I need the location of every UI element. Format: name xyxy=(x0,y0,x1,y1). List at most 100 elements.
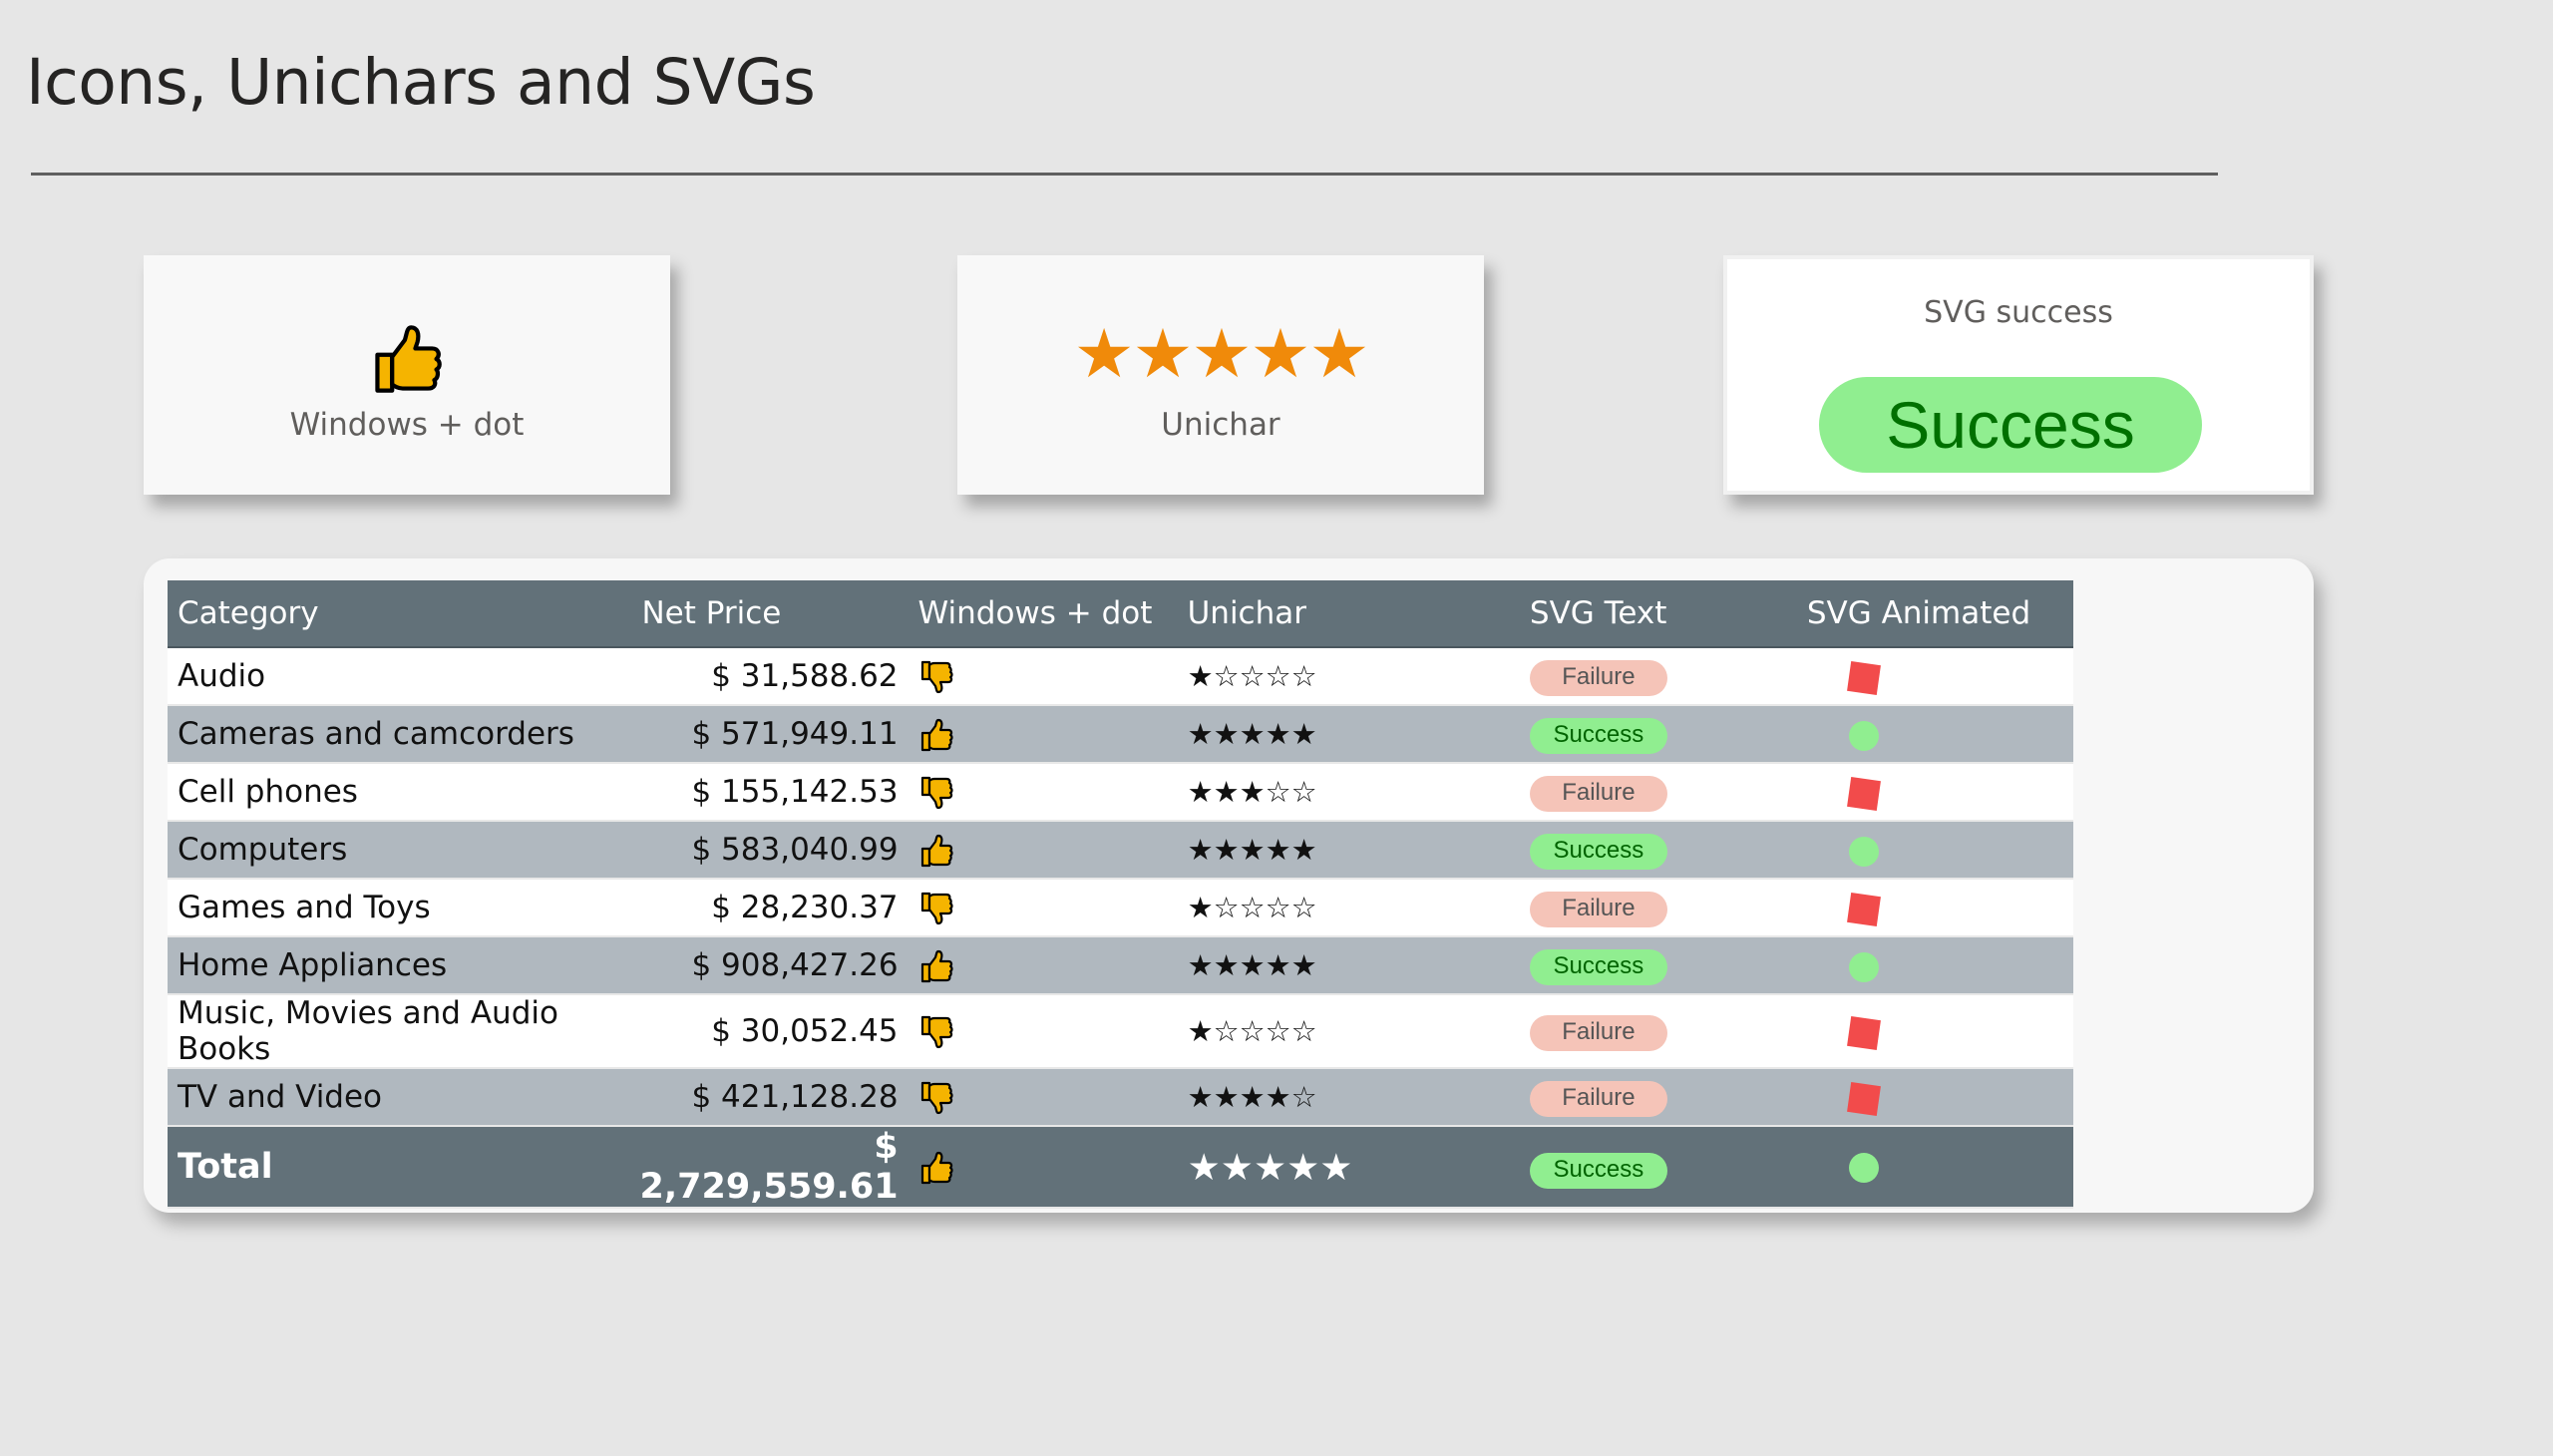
svg-animated-cell xyxy=(1796,705,2073,764)
status-badge: Failure xyxy=(1529,776,1667,812)
category-cell: Cell phones xyxy=(168,763,630,822)
net-price-cell: $ 583,040.99 xyxy=(629,821,909,880)
status-badge: Success xyxy=(1529,1152,1667,1189)
category-cell: Audio xyxy=(168,647,630,706)
svg-text-cell: Failure xyxy=(1519,879,1797,937)
windows-dot-cell xyxy=(908,879,1178,937)
category-cell: Home Appliances xyxy=(168,936,630,995)
star-rating: ★☆☆☆☆ xyxy=(1187,659,1317,693)
svg-text-cell: Success xyxy=(1519,705,1797,764)
status-badge: Success xyxy=(1529,949,1667,985)
status-badge: Success xyxy=(1529,834,1667,870)
star-rating: ★★★☆☆ xyxy=(1187,775,1317,809)
svg-text-cell: Success xyxy=(1519,821,1797,880)
net-price-cell: $ 2,729,559.61 xyxy=(629,1126,909,1209)
svg-animated-cell xyxy=(1796,763,2073,822)
status-badge: Failure xyxy=(1529,1081,1667,1117)
category-cell: TV and Video xyxy=(168,1068,630,1127)
unichar-cell: ★★★☆☆ xyxy=(1177,763,1520,822)
column-header-svg-animated[interactable]: SVG Animated xyxy=(1796,580,2073,648)
net-price-cell: $ 571,949.11 xyxy=(629,705,909,764)
status-badge: Failure xyxy=(1529,660,1667,696)
category-cell: Games and Toys xyxy=(168,879,630,937)
success-badge: Success xyxy=(1819,377,2202,473)
category-cell: Music, Movies and Audio Books xyxy=(168,994,630,1069)
unichar-cell: ★☆☆☆☆ xyxy=(1177,647,1520,706)
thumbs-down-icon xyxy=(920,892,953,924)
category-cell: Total xyxy=(168,1126,630,1209)
svg-animated-cell xyxy=(1796,1126,2073,1209)
table-row[interactable]: Games and Toys $ 28,230.37 ★☆☆☆☆ Failure xyxy=(168,879,2073,937)
net-price-cell: $ 908,427.26 xyxy=(629,936,909,995)
unichar-cell: ★★★★★ xyxy=(1177,936,1520,995)
table-panel: Category Net Price Windows + dot Unichar… xyxy=(144,558,2314,1213)
svg-text-cell: Success xyxy=(1519,936,1797,995)
card-label: SVG success xyxy=(1924,295,2113,330)
thumbs-up-icon xyxy=(920,949,953,982)
svg-animated-cell xyxy=(1796,994,2073,1069)
svg-animated-cell xyxy=(1796,936,2073,995)
thumbs-up-icon xyxy=(375,325,442,393)
animated-dot-icon xyxy=(1848,951,1879,982)
svg-text-cell: Success xyxy=(1519,1126,1797,1209)
unichar-cell: ★★★★★ xyxy=(1177,1126,1520,1209)
windows-dot-cell xyxy=(908,763,1178,822)
star-rating: ★★★★★ xyxy=(1187,1145,1353,1189)
windows-dot-cell xyxy=(908,1068,1178,1127)
star-rating: ★★★★☆ xyxy=(1187,1080,1317,1114)
animated-square-icon xyxy=(1846,660,1881,695)
svg-text-cell: Failure xyxy=(1519,763,1797,822)
windows-dot-cell xyxy=(908,936,1178,995)
unichar-cell: ★☆☆☆☆ xyxy=(1177,879,1520,937)
status-badge: Failure xyxy=(1529,892,1667,927)
windows-dot-cell xyxy=(908,647,1178,706)
thumbs-down-icon xyxy=(920,776,953,809)
column-header-net-price[interactable]: Net Price xyxy=(629,580,909,648)
table-row[interactable]: Music, Movies and Audio Books $ 30,052.45… xyxy=(168,994,2073,1069)
table-row[interactable]: Cell phones $ 155,142.53 ★★★☆☆ Failure xyxy=(168,763,2073,822)
status-badge: Failure xyxy=(1529,1015,1667,1051)
table-row[interactable]: Computers $ 583,040.99 ★★★★★ Success xyxy=(168,821,2073,880)
windows-dot-cell xyxy=(908,821,1178,880)
column-header-windows-dot[interactable]: Windows + dot xyxy=(908,580,1178,648)
star-rating: ★★★★★ xyxy=(1187,833,1317,867)
title-divider xyxy=(31,173,2218,176)
card-windows-dot[interactable]: Windows + dot xyxy=(144,255,670,495)
animated-dot-icon xyxy=(1848,836,1879,867)
svg-animated-cell xyxy=(1796,647,2073,706)
table-row[interactable]: TV and Video $ 421,128.28 ★★★★☆ Failure xyxy=(168,1068,2073,1127)
table-row[interactable]: Cameras and camcorders $ 571,949.11 ★★★★★ S… xyxy=(168,705,2073,764)
table-header-row: Category Net Price Windows + dot Unichar… xyxy=(168,580,2073,648)
windows-dot-cell xyxy=(908,705,1178,764)
total-row[interactable]: Total $ 2,729,559.61 ★★★★★ Success xyxy=(168,1126,2073,1209)
net-price-cell: $ 155,142.53 xyxy=(629,763,909,822)
svg-animated-cell xyxy=(1796,879,2073,937)
column-header-svg-text[interactable]: SVG Text xyxy=(1519,580,1797,648)
svg-text-cell: Failure xyxy=(1519,647,1797,706)
net-price-cell: $ 421,128.28 xyxy=(629,1068,909,1127)
star-rating: ★★★★★ xyxy=(1187,948,1317,982)
animated-dot-icon xyxy=(1848,720,1879,751)
column-header-unichar[interactable]: Unichar xyxy=(1177,580,1520,648)
windows-dot-cell xyxy=(908,1126,1178,1209)
net-price-cell: $ 31,588.62 xyxy=(629,647,909,706)
column-header-category[interactable]: Category xyxy=(168,580,630,648)
net-price-cell: $ 28,230.37 xyxy=(629,879,909,937)
table-row[interactable]: Audio $ 31,588.62 ★☆☆☆☆ Failure xyxy=(168,647,2073,706)
data-table: Category Net Price Windows + dot Unichar… xyxy=(168,580,2073,1209)
star-rating: ★★★★★ xyxy=(1187,717,1317,751)
thumbs-down-icon xyxy=(920,660,953,693)
animated-square-icon xyxy=(1846,892,1881,926)
star-rating: ★☆☆☆☆ xyxy=(1187,891,1317,924)
net-price-cell: $ 30,052.45 xyxy=(629,994,909,1069)
status-badge: Success xyxy=(1529,718,1667,754)
thumbs-down-icon xyxy=(920,1015,953,1048)
unichar-cell: ★★★★★ xyxy=(1177,821,1520,880)
thumbs-up-icon xyxy=(920,718,953,751)
card-svg-success[interactable]: SVG success Success xyxy=(1723,255,2314,495)
thumbs-up-icon xyxy=(920,1151,953,1185)
card-unichar[interactable]: ★★★★★ Unichar xyxy=(957,255,1484,495)
unichar-cell: ★☆☆☆☆ xyxy=(1177,994,1520,1069)
card-label: Unichar xyxy=(1161,407,1280,443)
table-row[interactable]: Home Appliances $ 908,427.26 ★★★★★ Success xyxy=(168,936,2073,995)
